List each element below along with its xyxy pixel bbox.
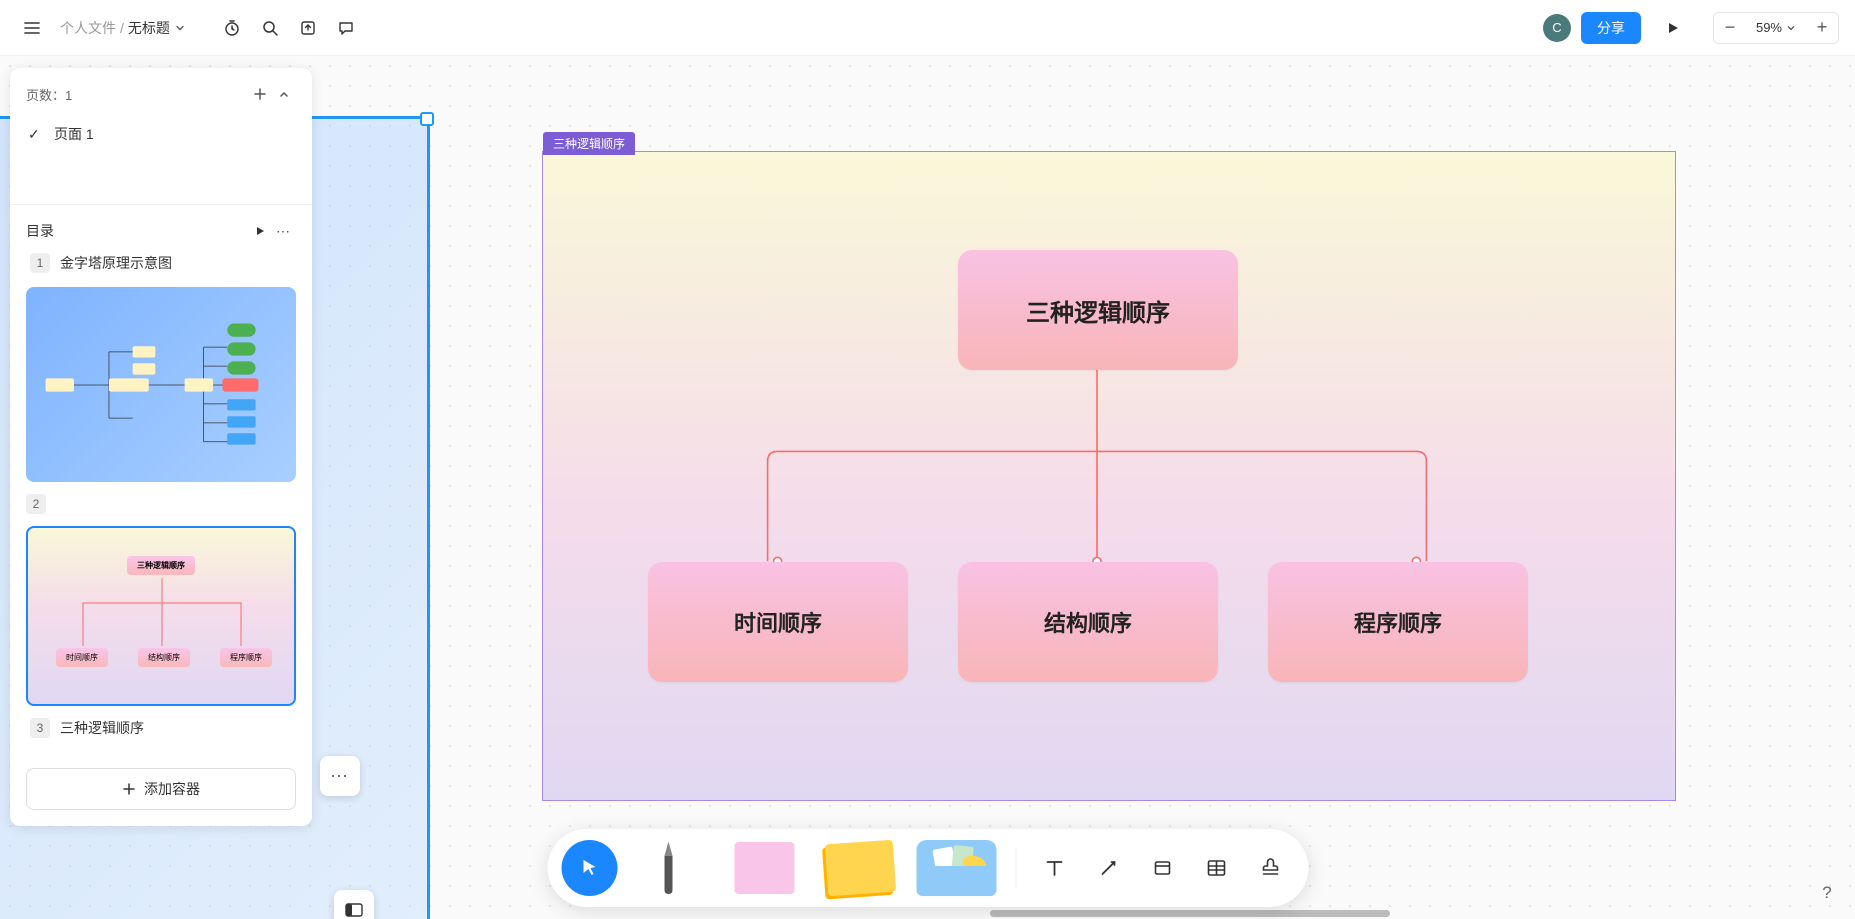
toc-item-1[interactable]: 1 金字塔原理示意图 <box>26 243 296 283</box>
zoom-value[interactable]: 59% <box>1746 20 1806 35</box>
page-item-label: 页面 1 <box>54 124 94 144</box>
help-button[interactable]: ? <box>1813 879 1841 907</box>
thumbnail-2-preview <box>38 300 284 470</box>
topbar-left: 个人文件 / 无标题 <box>16 12 362 44</box>
avatar[interactable]: C <box>1543 14 1571 42</box>
frame-label[interactable]: 三种逻辑顺序 <box>543 132 635 155</box>
breadcrumb-current[interactable]: 无标题 <box>128 18 186 38</box>
top-bar: 个人文件 / 无标题 C 分享 <box>0 0 1855 56</box>
comment-icon[interactable] <box>330 12 362 44</box>
toc-item-2[interactable]: 2 <box>26 490 296 522</box>
toolbar-separator <box>1015 848 1016 888</box>
timer-icon[interactable] <box>216 12 248 44</box>
pages-header: 页数：1 <box>10 68 312 116</box>
toc-label: 金字塔原理示意图 <box>60 253 172 273</box>
toc-item-3[interactable]: 3 三种逻辑顺序 <box>26 714 296 748</box>
diagram-child-node-3[interactable]: 程序顺序 <box>1268 562 1528 682</box>
mini-child-1: 时间顺序 <box>56 648 108 667</box>
breadcrumb: 个人文件 / 无标题 <box>60 18 186 38</box>
horizontal-scrollbar[interactable] <box>990 910 1390 917</box>
thumbnail-2[interactable] <box>26 287 296 482</box>
mini-child-2: 结构顺序 <box>138 648 190 667</box>
check-icon: ✓ <box>28 126 44 143</box>
add-container-button[interactable]: 添加容器 <box>26 768 296 810</box>
cursor-tool[interactable] <box>561 840 617 896</box>
menu-icon[interactable] <box>16 12 48 44</box>
toc-num: 2 <box>26 494 46 514</box>
search-icon[interactable] <box>254 12 286 44</box>
diagram-root-node[interactable]: 三种逻辑顺序 <box>958 250 1238 370</box>
mini-root: 三种逻辑顺序 <box>127 556 195 575</box>
sticky-yellow-tool[interactable] <box>815 837 905 899</box>
diagram-child-node-1[interactable]: 时间顺序 <box>648 562 908 682</box>
topbar-right: C 分享 − 59% + <box>1543 12 1839 44</box>
bottom-toolbar <box>547 829 1308 907</box>
toc-num: 3 <box>30 718 50 738</box>
export-icon[interactable] <box>292 12 324 44</box>
connector-tool[interactable] <box>1084 844 1132 892</box>
toc-section: 目录 ⋯ 1 金字塔原理示意图 <box>10 205 312 758</box>
text-tool[interactable] <box>1030 844 1078 892</box>
sticky-pink-tool[interactable] <box>719 837 809 899</box>
toc-title: 目录 <box>26 221 54 241</box>
page-item-1[interactable]: ✓ 页面 1 <box>18 116 304 152</box>
zoom-out-button[interactable]: − <box>1714 13 1746 43</box>
plus-icon <box>122 782 136 796</box>
add-page-button[interactable] <box>248 82 272 106</box>
templates-tool[interactable] <box>911 837 1001 899</box>
frame-more-button[interactable]: ⋯ <box>320 756 360 796</box>
resize-handle[interactable] <box>420 112 434 126</box>
pages-panel: 页数：1 ✓ 页面 1 目录 ⋯ 1 金字塔原理示意图 <box>10 68 312 826</box>
zoom-control: − 59% + <box>1713 12 1839 44</box>
frame-tool[interactable] <box>1138 844 1186 892</box>
toc-header: 目录 ⋯ <box>26 219 296 243</box>
pages-list: ✓ 页面 1 <box>10 116 312 164</box>
topbar-actions <box>216 12 362 44</box>
present-icon[interactable] <box>1657 12 1689 44</box>
toc-play-button[interactable] <box>248 219 272 243</box>
stamp-tool[interactable] <box>1246 844 1294 892</box>
zoom-in-button[interactable]: + <box>1806 13 1838 43</box>
share-button[interactable]: 分享 <box>1581 12 1641 44</box>
diagram-child-node-2[interactable]: 结构顺序 <box>958 562 1218 682</box>
mini-child-3: 程序顺序 <box>220 648 272 667</box>
breadcrumb-parent[interactable]: 个人文件 <box>60 18 116 38</box>
table-tool[interactable] <box>1192 844 1240 892</box>
pen-tool[interactable] <box>623 837 713 899</box>
thumbnail-3[interactable]: 三种逻辑顺序 时间顺序 结构顺序 程序顺序 <box>26 526 296 706</box>
toc-label: 三种逻辑顺序 <box>60 718 144 738</box>
pages-count-label: 页数：1 <box>26 85 72 104</box>
diagram-frame[interactable]: 三种逻辑顺序 三种逻辑顺序 时间顺序 结构顺序 程序顺序 <box>542 151 1676 801</box>
toc-more-button[interactable]: ⋯ <box>272 219 296 243</box>
collapse-pages-button[interactable] <box>272 82 296 106</box>
toc-num: 1 <box>30 253 50 273</box>
panel-toggle-button[interactable] <box>334 890 374 919</box>
